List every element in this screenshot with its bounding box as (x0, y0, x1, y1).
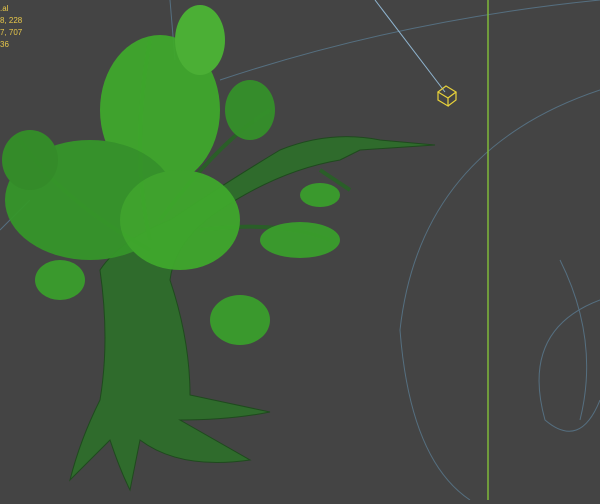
guide-curve (559, 259, 588, 421)
viewport-statistics: .al 8, 228 7, 707 36 (0, 3, 22, 51)
3d-viewport[interactable]: .al 8, 228 7, 707 36 (0, 0, 600, 501)
scene[interactable] (0, 0, 600, 501)
stats-line: 36 (0, 40, 9, 49)
guide-curve (538, 299, 600, 432)
guide-curve (219, 0, 600, 81)
light-helper-cube-icon[interactable] (436, 85, 458, 108)
guide-curve (399, 89, 600, 501)
stats-line: 7, 707 (0, 28, 23, 37)
stats-line: 8, 228 (0, 16, 23, 25)
light-target-line[interactable] (374, 0, 446, 93)
stats-line: .al (0, 4, 9, 13)
